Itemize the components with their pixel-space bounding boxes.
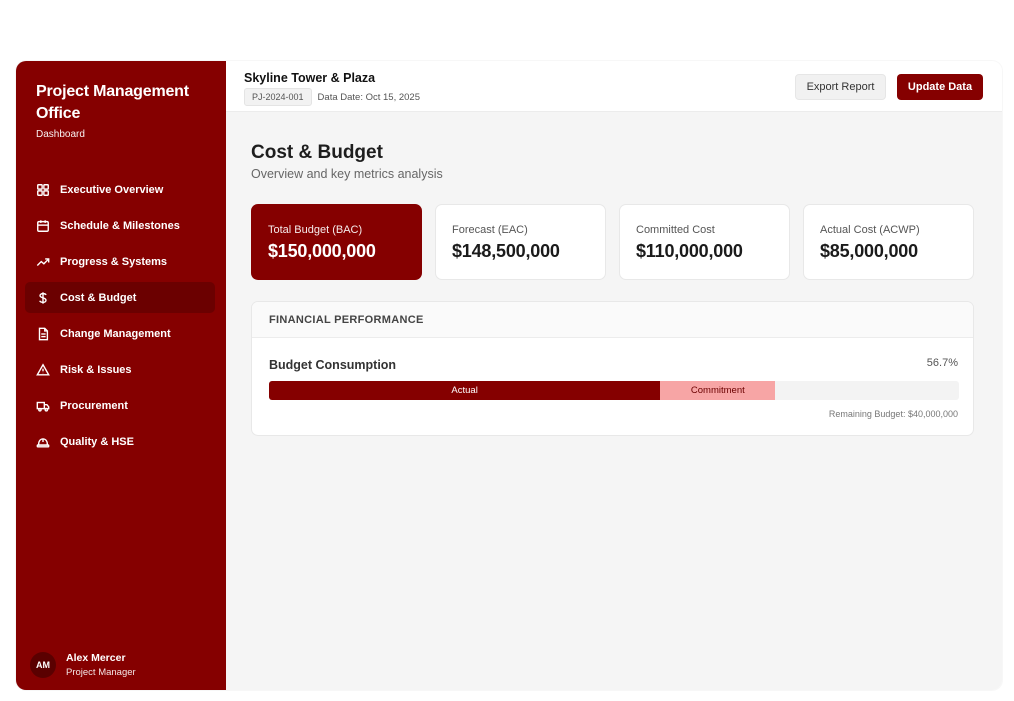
kpi-label: Forecast (EAC) — [452, 224, 528, 236]
kpi-card-forecast: Forecast (EAC) $148,500,000 — [435, 204, 606, 280]
brand-title: Project Management Office — [36, 83, 189, 122]
document-icon — [36, 327, 50, 341]
kpi-value: $150,000,000 — [268, 241, 376, 261]
budget-consumption-percent: 56.7% — [926, 357, 958, 369]
kpi-label: Actual Cost (ACWP) — [820, 224, 920, 236]
export-report-button[interactable]: Export Report — [795, 74, 886, 100]
sidebar-item-label: Change Management — [60, 327, 171, 340]
page-title: Cost & Budget — [251, 142, 383, 163]
avatar: AM — [30, 652, 56, 678]
brand-subtitle: Dashboard — [36, 129, 85, 140]
user-role: Project Manager — [66, 667, 136, 678]
grid-icon — [36, 183, 50, 197]
commitment-segment: Commitment — [660, 381, 776, 400]
trending-up-icon — [36, 255, 50, 269]
budget-consumption-bar: Actual Commitment — [269, 381, 959, 400]
page-subtitle: Overview and key metrics analysis — [251, 167, 443, 181]
kpi-card-committed-cost: Committed Cost $110,000,000 — [619, 204, 790, 280]
top-bar: Skyline Tower & Plaza PJ-2024-001 Data D… — [226, 61, 1002, 112]
main-content: Skyline Tower & Plaza PJ-2024-001 Data D… — [226, 61, 1002, 690]
sidebar-nav: Executive Overview Schedule & Milestones… — [25, 174, 215, 462]
sidebar-item-label: Risk & Issues — [60, 363, 132, 376]
sidebar-item-progress-systems[interactable]: Progress & Systems — [25, 246, 215, 277]
sidebar-item-quality-hse[interactable]: Quality & HSE — [25, 426, 215, 457]
hardhat-icon — [36, 435, 50, 449]
sidebar-item-executive-overview[interactable]: Executive Overview — [25, 174, 215, 205]
kpi-label: Committed Cost — [636, 224, 715, 236]
sidebar-item-label: Procurement — [60, 399, 128, 412]
kpi-value: $148,500,000 — [452, 241, 560, 261]
sidebar-item-risk-issues[interactable]: Risk & Issues — [25, 354, 215, 385]
brand: Project Management Office Dashboard — [36, 81, 206, 140]
project-meta: PJ-2024-001 Data Date: Oct 15, 2025 — [244, 88, 420, 106]
dollar-icon — [36, 291, 50, 305]
user-name: Alex Mercer — [66, 652, 126, 664]
kpi-value: $110,000,000 — [636, 241, 743, 261]
user-profile[interactable]: AM Alex Mercer Project Manager — [30, 652, 136, 678]
sidebar-item-label: Cost & Budget — [60, 291, 137, 304]
data-date: Data Date: Oct 15, 2025 — [317, 91, 420, 103]
project-name: Skyline Tower & Plaza — [244, 71, 376, 85]
financial-performance-panel: FINANCIAL PERFORMANCE Budget Consumption… — [251, 301, 974, 436]
user-info: Alex Mercer Project Manager — [66, 652, 136, 678]
panel-header: FINANCIAL PERFORMANCE — [252, 302, 973, 338]
update-data-button[interactable]: Update Data — [897, 74, 983, 100]
app-window: Project Management Office Dashboard Exec… — [16, 61, 1002, 690]
kpi-label: Total Budget (BAC) — [268, 224, 363, 236]
actual-segment: Actual — [269, 381, 661, 400]
kpi-row: Total Budget (BAC) $150,000,000 Forecast… — [251, 204, 987, 280]
sidebar: Project Management Office Dashboard Exec… — [16, 61, 226, 690]
sidebar-item-change-management[interactable]: Change Management — [25, 318, 215, 349]
budget-consumption-title: Budget Consumption — [269, 358, 397, 372]
sidebar-item-label: Schedule & Milestones — [60, 219, 180, 232]
kpi-card-total-budget: Total Budget (BAC) $150,000,000 — [251, 204, 422, 280]
warning-icon — [36, 362, 50, 377]
sidebar-item-cost-budget[interactable]: Cost & Budget — [25, 282, 215, 313]
truck-icon — [36, 399, 50, 413]
sidebar-item-label: Executive Overview — [60, 183, 164, 196]
kpi-value: $85,000,000 — [820, 241, 918, 261]
sidebar-item-procurement[interactable]: Procurement — [25, 390, 215, 421]
calendar-icon — [36, 219, 50, 233]
remaining-budget: Remaining Budget: $40,000,000 — [828, 409, 958, 419]
sidebar-item-label: Quality & HSE — [60, 435, 134, 448]
project-id-badge: PJ-2024-001 — [244, 88, 312, 106]
kpi-card-actual-cost: Actual Cost (ACWP) $85,000,000 — [803, 204, 974, 280]
sidebar-item-label: Progress & Systems — [60, 255, 167, 268]
sidebar-item-schedule-milestones[interactable]: Schedule & Milestones — [25, 210, 215, 241]
